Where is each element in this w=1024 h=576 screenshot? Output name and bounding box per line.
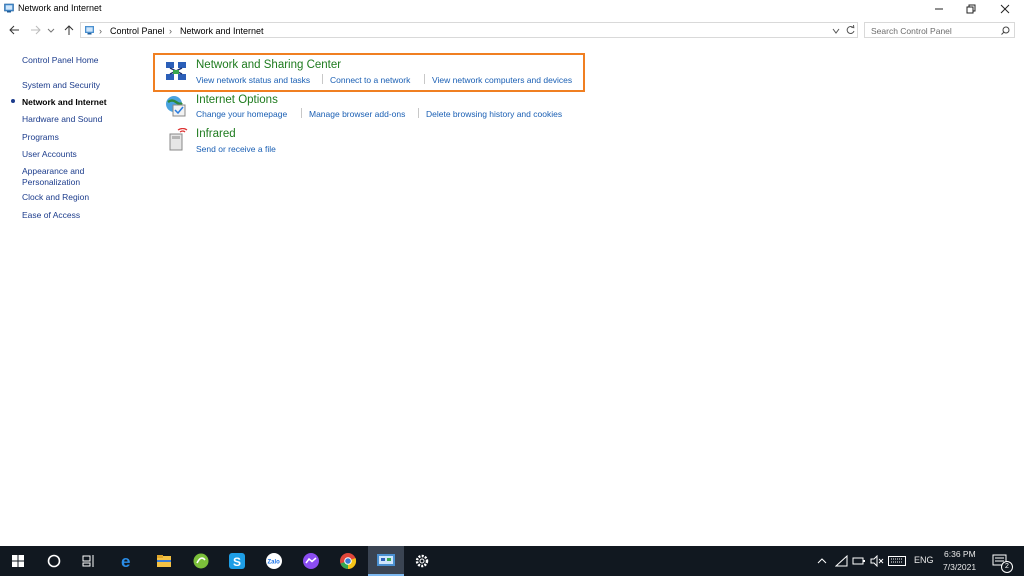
edge-icon[interactable]: e — [119, 552, 137, 570]
forward-button[interactable] — [29, 23, 43, 37]
control-panel-icon — [377, 554, 395, 566]
refresh-icon[interactable] — [845, 25, 856, 36]
svg-text:e: e — [121, 552, 130, 570]
search-icon[interactable] — [1001, 26, 1010, 35]
link-separator — [301, 108, 302, 118]
battery-icon[interactable] — [852, 555, 866, 567]
sidebar-item-appearance[interactable]: Appearance and — [22, 166, 84, 176]
link-connect-network[interactable]: Connect to a network — [330, 75, 410, 85]
chrome-icon[interactable] — [339, 552, 357, 570]
up-arrow-icon — [64, 25, 74, 35]
sidebar-item-personalization[interactable]: Personalization — [22, 177, 80, 187]
search-icon[interactable] — [45, 552, 63, 570]
breadcrumb-control-panel[interactable]: Control Panel — [110, 26, 165, 36]
recent-locations-button[interactable] — [46, 23, 56, 37]
chevron-up-icon[interactable] — [817, 556, 827, 566]
restore-icon — [966, 4, 976, 13]
language-indicator[interactable]: ENG — [914, 555, 934, 565]
breadcrumb-separator-icon: › — [169, 26, 172, 36]
sidebar-item-system-security[interactable]: System and Security — [22, 80, 100, 90]
search-placeholder[interactable]: Search Control Panel — [871, 26, 952, 36]
control-panel-icon — [85, 26, 94, 35]
back-arrow-icon — [9, 25, 19, 35]
minimize-button[interactable] — [922, 0, 956, 17]
category-title-infrared[interactable]: Infrared — [196, 128, 236, 140]
volume-muted-icon[interactable] — [870, 555, 884, 567]
link-separator — [322, 74, 323, 84]
chevron-down-icon — [47, 28, 55, 33]
link-change-homepage[interactable]: Change your homepage — [196, 109, 287, 119]
network-status-icon[interactable] — [835, 555, 849, 567]
sidebar-item-hardware-sound[interactable]: Hardware and Sound — [22, 114, 102, 124]
link-view-network-computers[interactable]: View network computers and devices — [432, 75, 572, 85]
window-title: Network and Internet — [18, 3, 102, 13]
skype-icon[interactable]: S — [228, 552, 246, 570]
infrared-icon — [169, 128, 188, 151]
chevron-down-icon[interactable] — [832, 27, 840, 35]
network-sharing-icon — [166, 62, 186, 80]
clock-time[interactable]: 6:36 PM — [944, 549, 976, 559]
clock-date[interactable]: 7/3/2021 — [943, 562, 976, 572]
close-icon — [1000, 4, 1010, 13]
category-title-network-sharing[interactable]: Network and Sharing Center — [196, 59, 341, 71]
breadcrumb-separator-icon: › — [99, 26, 102, 36]
sidebar-item-control-panel-home[interactable]: Control Panel Home — [22, 55, 99, 65]
back-button[interactable] — [7, 23, 21, 37]
breadcrumb-network-internet[interactable]: Network and Internet — [180, 26, 264, 36]
taskbar-active-app[interactable] — [368, 546, 404, 576]
task-view-icon[interactable] — [80, 552, 98, 570]
sidebar-item-user-accounts[interactable]: User Accounts — [22, 149, 77, 159]
link-delete-history[interactable]: Delete browsing history and cookies — [426, 109, 562, 119]
green-app-icon[interactable] — [192, 552, 210, 570]
navigation-bar: › Control Panel › Network and Internet S… — [0, 20, 1024, 40]
active-bullet-icon — [11, 99, 15, 103]
link-send-receive-file[interactable]: Send or receive a file — [196, 144, 276, 154]
svg-text:S: S — [233, 555, 241, 569]
close-button[interactable] — [988, 0, 1022, 17]
link-separator — [418, 108, 419, 118]
up-button[interactable] — [62, 23, 76, 37]
zalo-label: Zalo — [268, 560, 281, 566]
sidebar-item-clock-region[interactable]: Clock and Region — [22, 192, 89, 202]
forward-arrow-icon — [31, 25, 41, 35]
internet-options-icon — [166, 96, 186, 117]
taskbar: e S Zalo ENG 6:36 PM 7/3/2021 2 — [0, 546, 1024, 576]
control-panel-icon — [4, 3, 14, 13]
search-box[interactable]: Search Control Panel — [864, 22, 1015, 38]
title-bar: Network and Internet — [0, 0, 1024, 17]
link-separator — [424, 74, 425, 84]
sidebar-item-ease-of-access[interactable]: Ease of Access — [22, 210, 80, 220]
keyboard-icon[interactable] — [888, 556, 906, 566]
start-icon[interactable] — [9, 552, 27, 570]
notification-badge: 2 — [1001, 561, 1013, 573]
restore-button[interactable] — [954, 0, 988, 17]
settings-icon[interactable] — [413, 552, 431, 570]
zalo-icon[interactable]: Zalo — [265, 552, 283, 570]
link-manage-addons[interactable]: Manage browser add-ons — [309, 109, 405, 119]
sidebar-item-network-internet: Network and Internet — [22, 97, 107, 107]
sidebar-item-programs[interactable]: Programs — [22, 132, 59, 142]
address-bar[interactable]: › Control Panel › Network and Internet — [80, 22, 858, 38]
category-title-internet-options[interactable]: Internet Options — [196, 94, 278, 106]
minimize-icon — [935, 8, 943, 9]
messenger-icon[interactable] — [302, 552, 320, 570]
file-explorer-icon[interactable] — [155, 552, 173, 570]
link-view-network-status[interactable]: View network status and tasks — [196, 75, 310, 85]
